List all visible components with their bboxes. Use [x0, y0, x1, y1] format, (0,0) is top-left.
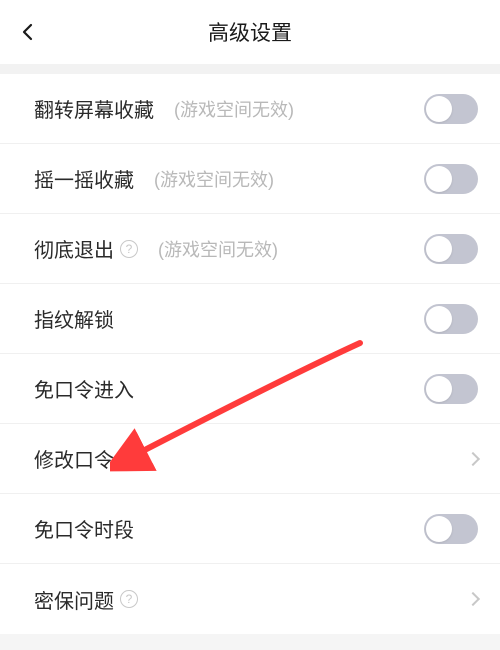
row-security-question[interactable]: 密保问题 ? — [0, 564, 500, 634]
flip-screen-toggle[interactable] — [424, 94, 478, 124]
settings-list: 翻转屏幕收藏 (游戏空间无效) 摇一摇收藏 (游戏空间无效) 彻底退出 ? (游… — [0, 74, 500, 634]
chevron-left-icon — [19, 23, 37, 41]
row-title: 翻转屏幕收藏 — [34, 94, 154, 123]
full-exit-toggle[interactable] — [424, 234, 478, 264]
row-hint: (游戏空间无效) — [154, 166, 274, 192]
page-title: 高级设置 — [208, 17, 292, 47]
help-icon[interactable]: ? — [120, 590, 138, 608]
fingerprint-toggle[interactable] — [424, 304, 478, 334]
row-no-password-period: 免口令时段 — [0, 494, 500, 564]
row-title: 指纹解锁 — [34, 304, 114, 333]
chevron-right-icon — [466, 592, 480, 606]
row-full-exit: 彻底退出 ? (游戏空间无效) — [0, 214, 500, 284]
toggle-knob — [426, 306, 452, 332]
help-icon[interactable]: ? — [120, 240, 138, 258]
row-hint: (游戏空间无效) — [174, 96, 294, 122]
row-title: 彻底退出 — [34, 234, 114, 263]
row-fingerprint-unlock: 指纹解锁 — [0, 284, 500, 354]
no-password-enter-toggle[interactable] — [424, 374, 478, 404]
row-title: 免口令时段 — [34, 514, 134, 543]
no-password-period-toggle[interactable] — [424, 514, 478, 544]
header: 高级设置 — [0, 0, 500, 64]
toggle-knob — [426, 236, 452, 262]
row-change-password[interactable]: 修改口令 — [0, 424, 500, 494]
toggle-knob — [426, 166, 452, 192]
shake-toggle[interactable] — [424, 164, 478, 194]
chevron-right-icon — [466, 451, 480, 465]
row-title: 摇一摇收藏 — [34, 164, 134, 193]
row-flip-screen-favorite: 翻转屏幕收藏 (游戏空间无效) — [0, 74, 500, 144]
toggle-knob — [426, 96, 452, 122]
row-title: 密保问题 — [34, 585, 114, 614]
toggle-knob — [426, 516, 452, 542]
row-shake-favorite: 摇一摇收藏 (游戏空间无效) — [0, 144, 500, 214]
row-title: 免口令进入 — [34, 374, 134, 403]
section-gap — [0, 64, 500, 74]
toggle-knob — [426, 376, 452, 402]
row-hint: (游戏空间无效) — [158, 236, 278, 262]
row-no-password-enter: 免口令进入 — [0, 354, 500, 424]
row-title: 修改口令 — [34, 444, 114, 473]
back-button[interactable] — [16, 20, 40, 44]
